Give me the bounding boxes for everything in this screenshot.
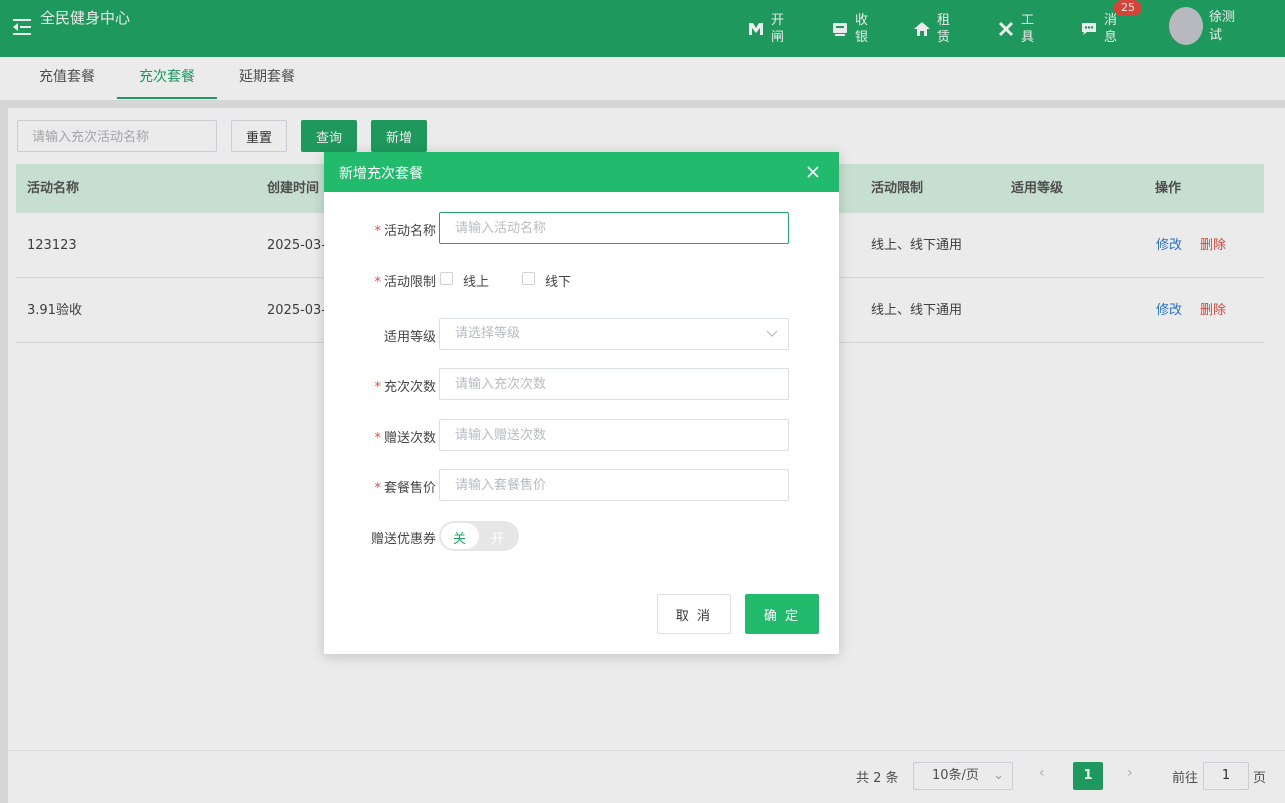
- gift-count-input[interactable]: [439, 419, 789, 451]
- price-label: * 套餐售价: [374, 481, 436, 496]
- gift-count-label: * 赠送次数: [374, 431, 436, 446]
- price-input[interactable]: [439, 469, 789, 501]
- coupon-switch[interactable]: 关 开: [439, 521, 519, 551]
- cancel-button[interactable]: 取 消: [657, 594, 731, 634]
- dialog-title: 新增充次套餐: [339, 166, 423, 182]
- switch-on-label: 开: [491, 532, 505, 547]
- level-select-placeholder: 请选择等级: [455, 326, 521, 341]
- activity-limit-label: * 活动限制: [374, 275, 436, 290]
- count-input[interactable]: [439, 368, 789, 400]
- close-icon[interactable]: [805, 164, 821, 180]
- activity-name-label: * 活动名称: [374, 224, 436, 239]
- dialog-header: 新增充次套餐: [324, 152, 839, 192]
- online-label[interactable]: 线上: [463, 271, 489, 290]
- level-select[interactable]: 请选择等级: [439, 318, 789, 350]
- level-label: 适用等级: [383, 330, 436, 345]
- switch-off-label: 关: [453, 532, 467, 547]
- confirm-button[interactable]: 确 定: [745, 594, 819, 634]
- add-count-package-dialog: 新增充次套餐 *活动名称 *活动限制 线上 线下 适用等级 请选择等级 *充次次…: [324, 152, 839, 654]
- coupon-label: 赠送优惠券: [370, 532, 436, 547]
- activity-name-input[interactable]: [439, 212, 789, 244]
- offline-checkbox[interactable]: [522, 272, 535, 285]
- online-checkbox[interactable]: [440, 272, 453, 285]
- count-label: * 充次次数: [374, 380, 436, 395]
- offline-label[interactable]: 线下: [545, 271, 571, 290]
- chevron-down-icon: [766, 330, 778, 337]
